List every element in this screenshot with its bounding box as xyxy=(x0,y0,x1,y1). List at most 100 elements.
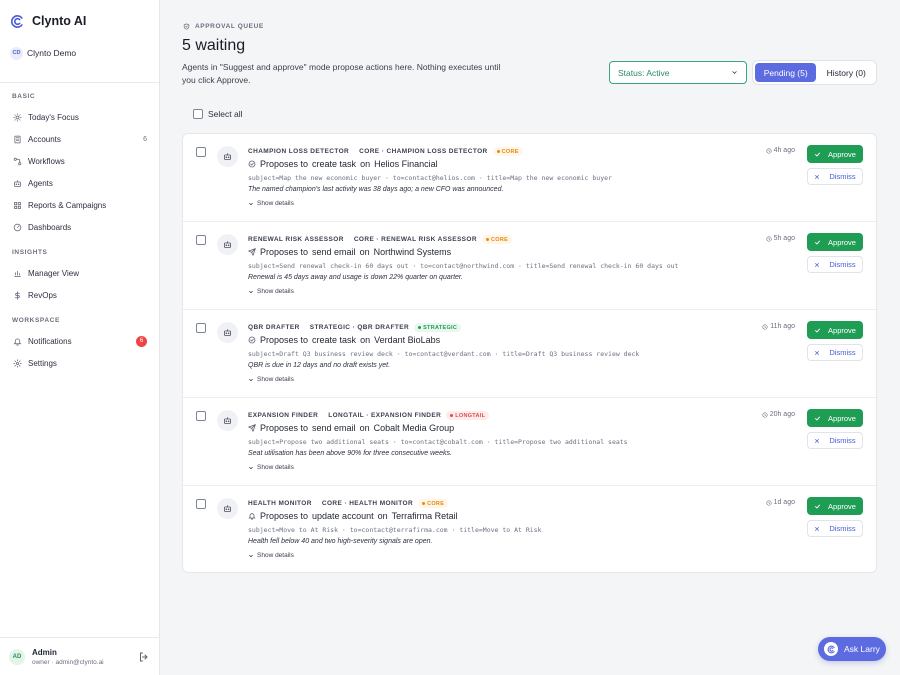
timestamp-text: 5h ago xyxy=(773,235,795,242)
row-timestamp: 5h ago xyxy=(766,235,795,242)
row-meta: HEALTH MONITOR CORE · HEALTH MONITOR COR… xyxy=(248,499,449,508)
show-details-toggle[interactable]: Show details xyxy=(248,200,294,207)
row-checkbox[interactable] xyxy=(196,323,206,333)
approve-button[interactable]: Approve xyxy=(807,497,863,515)
close-icon xyxy=(815,350,820,355)
approval-list: CHAMPION LOSS DETECTOR CORE · CHAMPION L… xyxy=(182,133,877,573)
grid-icon xyxy=(12,200,22,210)
action-name: create task xyxy=(312,335,357,345)
approve-button[interactable]: Approve xyxy=(807,233,863,251)
tier-badge: LONGTAIL xyxy=(446,411,490,420)
agent-name: QBR DRAFTER xyxy=(248,324,300,331)
ask-larry-button[interactable]: Ask Larry xyxy=(818,637,886,661)
tier-label: CORE xyxy=(427,500,445,507)
clock-icon xyxy=(762,323,768,330)
dismiss-button[interactable]: Dismiss xyxy=(807,520,863,537)
bar-chart-icon xyxy=(12,268,22,278)
sidebar-item-label: Settings xyxy=(28,358,57,368)
agent-group: STRATEGIC · QBR DRAFTER xyxy=(309,324,410,331)
brand[interactable]: Clynto AI xyxy=(0,0,159,42)
dismiss-button[interactable]: Dismiss xyxy=(807,256,863,273)
approve-button[interactable]: Approve xyxy=(807,409,863,427)
target-account: Cobalt Media Group xyxy=(373,423,455,433)
robot-icon xyxy=(217,322,238,343)
approval-row: QBR DRAFTER STRATEGIC · QBR DRAFTER STRA… xyxy=(183,310,876,398)
dismiss-button[interactable]: Dismiss xyxy=(807,168,863,185)
sidebar-item-settings[interactable]: Settings xyxy=(0,352,159,374)
sidebar-item-todays-focus[interactable]: Today's Focus xyxy=(0,106,159,128)
target-account: Verdant BioLabs xyxy=(374,335,441,345)
dollar-icon xyxy=(12,290,22,300)
action-name: send email xyxy=(312,423,356,433)
agent-group: CORE · CHAMPION LOSS DETECTOR xyxy=(359,148,488,155)
show-details-label: Show details xyxy=(257,288,294,295)
dismiss-button[interactable]: Dismiss xyxy=(807,432,863,449)
show-details-toggle[interactable]: Show details xyxy=(248,464,294,471)
tier-badge: CORE xyxy=(481,235,513,244)
chevron-down-icon xyxy=(249,202,253,205)
tab-history[interactable]: History (0) xyxy=(818,63,874,82)
row-checkbox[interactable] xyxy=(196,499,206,509)
queue-tabs: Pending (5) History (0) xyxy=(752,60,877,85)
robot-icon xyxy=(217,146,238,167)
show-details-toggle[interactable]: Show details xyxy=(248,376,294,383)
select-all-checkbox[interactable] xyxy=(193,109,203,119)
sidebar-item-reports-campaigns[interactable]: Reports & Campaigns xyxy=(0,194,159,216)
dismiss-label: Dismiss xyxy=(829,436,856,445)
tier-dot xyxy=(496,150,500,153)
approve-button[interactable]: Approve xyxy=(807,145,863,163)
logout-icon[interactable] xyxy=(138,651,150,663)
tier-label: CORE xyxy=(501,148,519,155)
page-description: Agents in "Suggest and approve" mode pro… xyxy=(182,62,501,85)
proposes-to-text: Proposes to xyxy=(260,423,309,433)
send-icon xyxy=(248,248,260,256)
sidebar: Clynto AI CD Clynto Demo BASIC Today's F… xyxy=(0,0,160,675)
chevron-down-icon xyxy=(249,554,253,557)
dismiss-label: Dismiss xyxy=(829,348,856,357)
clock-icon xyxy=(766,499,772,506)
workspace-switcher[interactable]: CD Clynto Demo xyxy=(0,42,159,64)
chevron-down-icon xyxy=(249,290,253,293)
tier-badge: CORE xyxy=(418,499,449,508)
row-checkbox[interactable] xyxy=(196,147,206,157)
building-icon xyxy=(12,134,22,144)
status-filter-select[interactable]: Status: Active xyxy=(609,61,747,84)
action-params: subject=Move to At Risk · to=contact@ter… xyxy=(248,526,542,534)
robot-icon xyxy=(12,178,22,188)
sidebar-item-agents[interactable]: Agents xyxy=(0,172,159,194)
bell-icon xyxy=(12,336,22,346)
row-checkbox[interactable] xyxy=(196,411,206,421)
close-icon xyxy=(815,526,820,531)
show-details-toggle[interactable]: Show details xyxy=(248,552,294,559)
sidebar-item-dashboards[interactable]: Dashboards xyxy=(0,216,159,238)
tier-dot xyxy=(422,502,426,505)
action-params: subject=Propose two additional seats · t… xyxy=(248,438,628,446)
robot-icon xyxy=(217,410,238,431)
show-details-toggle[interactable]: Show details xyxy=(248,288,294,295)
close-icon xyxy=(815,438,820,443)
sidebar-item-revops[interactable]: RevOps xyxy=(0,284,159,306)
chevron-down-icon xyxy=(249,378,253,381)
on-text: on xyxy=(377,511,388,521)
target-account: Northwind Systems xyxy=(373,247,452,257)
approve-button[interactable]: Approve xyxy=(807,321,863,339)
proposal-line: Proposes to create task on Verdant BioLa… xyxy=(248,335,444,345)
select-all[interactable]: Select all xyxy=(193,109,243,119)
tier-dot xyxy=(450,414,454,417)
workspace-avatar: CD xyxy=(10,46,23,60)
timestamp-text: 1d ago xyxy=(773,499,795,506)
sidebar-item-manager-view[interactable]: Manager View xyxy=(0,262,159,284)
row-meta: QBR DRAFTER STRATEGIC · QBR DRAFTER STRA… xyxy=(248,323,462,332)
proposes-to-text: Proposes to xyxy=(260,247,309,257)
dismiss-button[interactable]: Dismiss xyxy=(807,344,863,361)
user-name: Admin xyxy=(32,647,57,657)
sidebar-item-workflows[interactable]: Workflows xyxy=(0,150,159,172)
sidebar-item-notifications[interactable]: Notifications 6 xyxy=(0,330,159,352)
row-checkbox[interactable] xyxy=(196,235,206,245)
row-timestamp: 11h ago xyxy=(762,323,795,330)
tab-pending[interactable]: Pending (5) xyxy=(755,63,817,82)
action-params: subject=Send renewal check-in 60 days ou… xyxy=(248,262,679,270)
agent-group: CORE · HEALTH MONITOR xyxy=(321,500,414,507)
sidebar-item-accounts[interactable]: Accounts 6 xyxy=(0,128,159,150)
action-params: subject=Map the new economic buyer · to=… xyxy=(248,174,612,182)
